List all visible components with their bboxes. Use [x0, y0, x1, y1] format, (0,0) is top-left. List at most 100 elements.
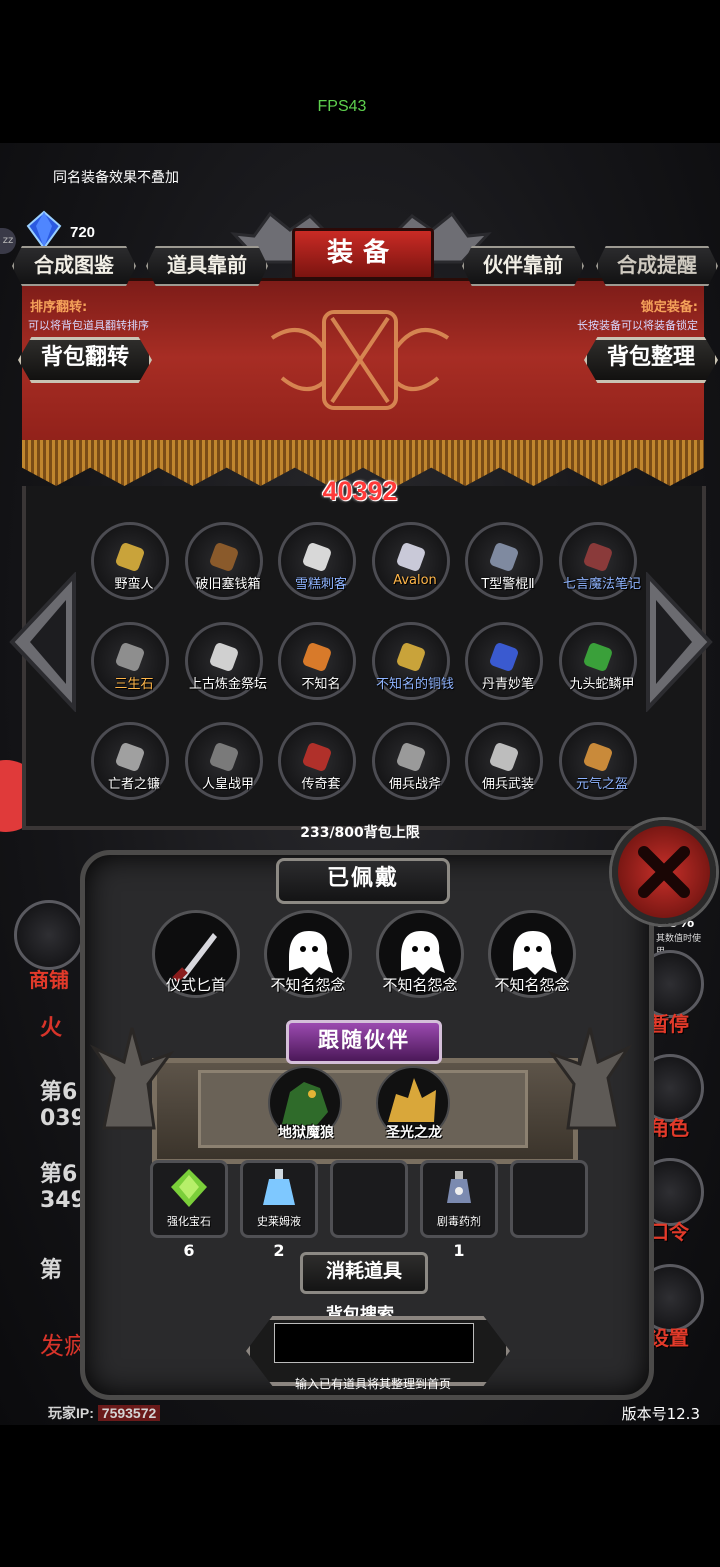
- notice-text: 同名装备效果不叠加: [53, 170, 179, 186]
- equipped-slot[interactable]: 不知名怨念: [260, 910, 356, 1006]
- item-icon: 丹青妙笔: [465, 622, 543, 700]
- shop-button[interactable]: 商铺: [14, 900, 84, 993]
- inventory-item[interactable]: 丹青妙笔: [464, 622, 544, 700]
- sort-hint-desc: 可以将背包道具翻转排序: [28, 319, 149, 332]
- item-icon: 九头蛇鳞甲: [559, 622, 637, 700]
- item-icon: 传奇套: [278, 722, 356, 800]
- equipped-label: 不知名怨念: [494, 976, 570, 994]
- item-icon: 破旧塞钱箱: [185, 522, 263, 600]
- lock-hint-desc: 长按装备可以将装备锁定: [577, 319, 698, 332]
- item-label: Avalon: [393, 573, 437, 588]
- bag-capacity: 233/800背包上限: [300, 825, 420, 841]
- item-label: 不知名: [301, 677, 341, 692]
- gem-count: 720: [70, 224, 96, 241]
- item-icon: 上古炼金祭坛: [185, 622, 267, 700]
- inventory-item[interactable]: 雪糕刺客: [277, 522, 357, 600]
- item-label: 丹青妙笔: [481, 677, 534, 692]
- tab-recipes[interactable]: 合成图鉴: [12, 246, 136, 286]
- consumable-slot[interactable]: 史莱姆液 2: [240, 1160, 318, 1260]
- item-label: 三生石: [114, 677, 154, 692]
- item-label: 佣兵战斧: [388, 777, 441, 792]
- inventory-item[interactable]: 九头蛇鳞甲: [558, 622, 638, 700]
- item-label: 破旧塞钱箱: [195, 577, 261, 592]
- equipped-slot[interactable]: 仪式匕首: [148, 910, 244, 1006]
- item-icon: 不知名: [278, 622, 356, 700]
- tab-partner-first[interactable]: 伙伴靠前: [462, 246, 584, 286]
- inventory-item[interactable]: 七言魔法笔记: [558, 522, 641, 600]
- companion-slot[interactable]: 地狱魔狼: [268, 1066, 344, 1142]
- poison-bottle-icon: [447, 1171, 471, 1203]
- equipped-label: 不知名怨念: [382, 976, 458, 994]
- consumable-slot-empty[interactable]: [330, 1160, 408, 1238]
- item-label: 野蛮人: [114, 577, 154, 592]
- equipped-slot[interactable]: 不知名怨念: [484, 910, 580, 1006]
- right-dragon-statue-icon: [547, 1027, 633, 1130]
- consumable-qty: 1: [453, 1241, 465, 1260]
- shop-icon: [14, 900, 84, 970]
- page-title: 装备: [292, 228, 434, 280]
- consumable-slot[interactable]: 强化宝石 6: [150, 1160, 228, 1260]
- consumable-label: 强化宝石: [167, 1215, 211, 1228]
- item-label: 上古炼金祭坛: [188, 677, 267, 692]
- fire-text: 火: [40, 1016, 63, 1041]
- item-icon: 人皇战甲: [185, 722, 263, 800]
- item-label: 元气之盔: [575, 777, 628, 792]
- close-icon[interactable]: [612, 820, 716, 924]
- item-label: 亡者之镰: [107, 777, 160, 792]
- tab-items-first[interactable]: 道具靠前: [146, 246, 268, 286]
- equipped-label: 不知名怨念: [270, 976, 346, 994]
- flip-bag-button[interactable]: 背包翻转: [18, 337, 152, 383]
- tab-craft-reminder[interactable]: 合成提醒: [596, 246, 718, 286]
- sort-hint-title: 排序翻转:: [30, 300, 88, 315]
- combat-power: 40392: [322, 476, 398, 506]
- inventory-item[interactable]: 上古炼金祭坛: [184, 622, 267, 700]
- log-line-2: 第6: [40, 1162, 78, 1187]
- green-gem-icon: [171, 1169, 207, 1207]
- prev-page-arrow-icon[interactable]: [8, 572, 78, 712]
- consumables-title: 消耗道具: [300, 1252, 428, 1294]
- bag-search-input[interactable]: [274, 1323, 474, 1363]
- inventory-item[interactable]: 元气之盔: [558, 722, 638, 800]
- fps-counter: FPS43: [317, 98, 367, 115]
- inventory-item[interactable]: 亡者之镰: [90, 722, 170, 800]
- inventory-item[interactable]: 佣兵武装: [464, 722, 544, 800]
- next-page-arrow-icon[interactable]: [644, 572, 714, 712]
- companion-label: 圣光之龙: [386, 1125, 442, 1141]
- inventory-item[interactable]: 破旧塞钱箱: [184, 522, 264, 600]
- item-icon: 佣兵武装: [465, 722, 543, 800]
- equipped-title: 已佩戴: [276, 858, 450, 904]
- companion-label: 地狱魔狼: [278, 1125, 334, 1141]
- item-icon: 佣兵战斧: [372, 722, 450, 800]
- consumable-label: 剧毒药剂: [437, 1215, 481, 1228]
- shop-label: 商铺: [29, 968, 69, 992]
- item-label: 雪糕刺客: [294, 577, 347, 592]
- item-label: T型警棍Ⅱ: [481, 577, 535, 592]
- organize-bag-button[interactable]: 背包整理: [584, 337, 718, 383]
- item-icon: 野蛮人: [91, 522, 169, 600]
- inventory-item[interactable]: 佣兵战斧: [371, 722, 451, 800]
- item-icon: 七言魔法笔记: [559, 522, 641, 600]
- consumable-slot[interactable]: 剧毒药剂 1: [420, 1160, 498, 1260]
- potion-flask-icon: [263, 1169, 295, 1205]
- item-icon: 不知名的铜钱: [372, 622, 454, 700]
- inventory-item[interactable]: T型警棍Ⅱ: [464, 522, 544, 600]
- inventory-item[interactable]: 不知名的铜钱: [371, 622, 454, 700]
- consumable-slot-empty[interactable]: [510, 1160, 588, 1238]
- inventory-item[interactable]: 传奇套: [277, 722, 357, 800]
- crossed-swords-crest-icon: [270, 310, 450, 410]
- equipped-label: 仪式匕首: [165, 976, 226, 994]
- companion-slot[interactable]: 圣光之龙: [376, 1066, 452, 1142]
- inventory-item[interactable]: 三生石: [90, 622, 170, 700]
- consumable-qty: 6: [183, 1241, 195, 1260]
- equipped-slot[interactable]: 不知名怨念: [372, 910, 468, 1006]
- item-label: 七言魔法笔记: [562, 577, 641, 592]
- item-label: 佣兵武装: [481, 777, 534, 792]
- inventory-item[interactable]: 人皇战甲: [184, 722, 264, 800]
- inventory-item[interactable]: 野蛮人: [90, 522, 170, 600]
- item-icon: Avalon: [372, 522, 450, 600]
- inventory-item[interactable]: Avalon: [371, 522, 451, 600]
- log-line-1: 第6: [40, 1080, 78, 1105]
- inventory-item[interactable]: 不知名: [277, 622, 357, 700]
- lock-hint-title: 锁定装备:: [640, 300, 698, 315]
- item-label: 不知名的铜钱: [375, 677, 454, 692]
